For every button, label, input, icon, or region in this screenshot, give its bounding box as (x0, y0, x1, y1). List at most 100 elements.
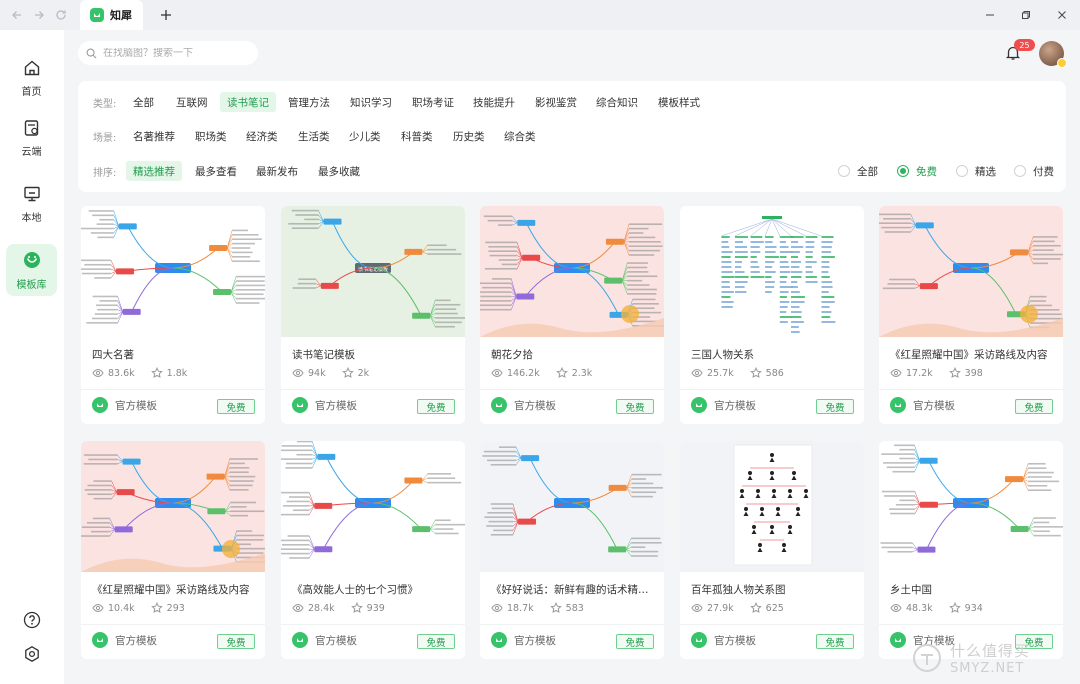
monitor-icon (23, 186, 40, 201)
filter-type-option[interactable]: 知识学习 (343, 92, 399, 112)
sidebar-item-home[interactable]: 首页 (6, 52, 57, 104)
new-tab-button[interactable] (157, 6, 175, 24)
back-button[interactable] (8, 6, 26, 24)
star-icon[interactable] (749, 367, 762, 379)
settings-button[interactable] (22, 644, 42, 664)
template-thumbnail[interactable]: 读书笔记模板 (281, 206, 465, 337)
template-title[interactable]: 百年孤独人物关系图 (691, 582, 855, 597)
sort-option[interactable]: 最多收藏 (311, 161, 367, 181)
sort-option[interactable]: 精选推荐 (126, 161, 182, 181)
free-tag: 免费 (616, 399, 654, 414)
filter-type-option[interactable]: 技能提升 (466, 92, 522, 112)
official-logo-icon (292, 632, 308, 648)
template-title[interactable]: 四大名著 (92, 347, 256, 362)
star-icon[interactable] (948, 367, 961, 379)
forward-button[interactable] (30, 6, 48, 24)
sidebar-item-cloud[interactable]: 云端 (6, 112, 57, 164)
template-thumbnail[interactable] (480, 441, 664, 572)
template-title[interactable]: 朝花夕拾 (491, 347, 655, 362)
filter-scene-option[interactable]: 职场类 (188, 126, 234, 146)
template-title[interactable]: 《红星照耀中国》采访路线及内容 (890, 347, 1054, 362)
vip-badge-icon (1057, 58, 1067, 68)
author-label: 官方模板 (315, 399, 357, 412)
star-icon[interactable] (555, 367, 568, 379)
filter-scene-option[interactable]: 综合类 (497, 126, 543, 146)
template-author: 官方模板 (691, 397, 756, 413)
eye-icon (890, 367, 902, 379)
refresh-button[interactable] (52, 6, 70, 24)
filter-type-option[interactable]: 读书笔记 (220, 92, 276, 112)
star-icon[interactable] (948, 602, 961, 614)
template-card[interactable]: 《红星照耀中国》采访路线及内容 17.2k 398 官方模板 免费 (879, 206, 1063, 424)
template-author: 官方模板 (92, 397, 157, 413)
template-card[interactable]: 朝花夕拾 146.2k 2.3k 官方模板 免费 (480, 206, 664, 424)
sidebar-item-local[interactable]: 本地 (6, 178, 57, 230)
restore-button[interactable] (1008, 0, 1044, 30)
price-radio-featured[interactable]: 精选 (956, 161, 996, 181)
filter-type-option[interactable]: 管理方法 (281, 92, 337, 112)
filter-type-option[interactable]: 全部 (126, 92, 161, 112)
template-card[interactable]: 四大名著 83.6k 1.8k 官方模板 免费 (81, 206, 265, 424)
minimize-button[interactable] (972, 0, 1008, 30)
template-title[interactable]: 三国人物关系 (691, 347, 855, 362)
help-button[interactable] (22, 610, 42, 630)
template-card[interactable]: 三国人物关系 25.7k 586 官方模板 免费 (680, 206, 864, 424)
close-button[interactable] (1044, 0, 1080, 30)
template-stats: 146.2k 2.3k (491, 367, 592, 379)
template-title[interactable]: 读书笔记模板 (292, 347, 456, 362)
price-radio-free[interactable]: 免费 (897, 161, 937, 181)
star-icon[interactable] (341, 367, 354, 379)
filter-type-option[interactable]: 影视鉴赏 (528, 92, 584, 112)
template-title[interactable]: 《红星照耀中国》采访路线及内容 (92, 582, 256, 597)
official-logo-icon (890, 397, 906, 413)
template-title[interactable]: 《高效能人士的七个习惯》 (292, 582, 456, 597)
template-thumbnail[interactable] (81, 441, 265, 572)
filter-type-option[interactable]: 模板样式 (651, 92, 707, 112)
template-thumbnail[interactable] (879, 206, 1063, 337)
filter-type-option[interactable]: 互联网 (169, 92, 215, 112)
template-card[interactable]: 读书笔记模板 读书笔记模板 94k 2k 官方模板 免费 (281, 206, 465, 424)
radio-circle (1014, 165, 1026, 177)
template-card[interactable]: 《高效能人士的七个习惯》 28.4k 939 官方模板 免费 (281, 441, 465, 659)
template-thumbnail[interactable] (281, 441, 465, 572)
price-radio-paid[interactable]: 付费 (1014, 161, 1054, 181)
watermark-text: 什么值得买 (950, 642, 1031, 660)
template-title[interactable]: 乡土中国 (890, 582, 1054, 597)
filter-scene-option[interactable]: 历史类 (446, 126, 492, 146)
sidebar-item-label: 首页 (21, 86, 42, 98)
star-icon[interactable] (150, 367, 163, 379)
template-card[interactable]: 百年孤独人物关系图 27.9k 625 官方模板 免费 (680, 441, 864, 659)
view-count: 17.2k (906, 367, 933, 379)
sidebar-item-templates[interactable]: 模板库 (6, 244, 57, 296)
star-count: 1.8k (166, 367, 188, 379)
cloud-doc-icon (24, 119, 38, 136)
star-icon[interactable] (150, 602, 163, 614)
free-tag: 免费 (816, 399, 854, 414)
star-icon[interactable] (749, 602, 762, 614)
template-card[interactable]: 乡土中国 48.3k 934 官方模板 免费 (879, 441, 1063, 659)
filter-scene-option[interactable]: 科普类 (394, 126, 440, 146)
app-tab[interactable]: 知犀 (80, 0, 143, 30)
price-radio-all[interactable]: 全部 (838, 161, 878, 181)
sort-option[interactable]: 最多查看 (188, 161, 244, 181)
filter-scene-option[interactable]: 生活类 (291, 126, 337, 146)
sort-option[interactable]: 最新发布 (249, 161, 305, 181)
search-box[interactable] (78, 41, 258, 65)
template-thumbnail[interactable] (680, 441, 864, 572)
star-icon[interactable] (549, 602, 562, 614)
template-card[interactable]: 《好好说话：新鲜有趣的话术精进技巧》 18.7k 583 官方模板 免费 (480, 441, 664, 659)
filter-scene-option[interactable]: 经济类 (239, 126, 285, 146)
filter-type-option[interactable]: 综合知识 (589, 92, 645, 112)
template-thumbnail[interactable] (680, 206, 864, 337)
template-thumbnail[interactable] (879, 441, 1063, 572)
search-input[interactable] (103, 47, 253, 59)
template-thumbnail[interactable] (480, 206, 664, 337)
filter-scene-option[interactable]: 名著推荐 (126, 126, 182, 146)
template-title[interactable]: 《好好说话：新鲜有趣的话术精进技巧》 (491, 582, 655, 597)
filter-type-option[interactable]: 职场考证 (405, 92, 461, 112)
filter-panel: 类型: 全部 互联网 读书笔记 管理方法 知识学习 职场考证 技能提升 影视鉴赏… (78, 81, 1066, 192)
template-card[interactable]: 《红星照耀中国》采访路线及内容 10.4k 293 官方模板 免费 (81, 441, 265, 659)
star-icon[interactable] (350, 602, 363, 614)
template-thumbnail[interactable] (81, 206, 265, 337)
filter-scene-option[interactable]: 少儿类 (342, 126, 388, 146)
